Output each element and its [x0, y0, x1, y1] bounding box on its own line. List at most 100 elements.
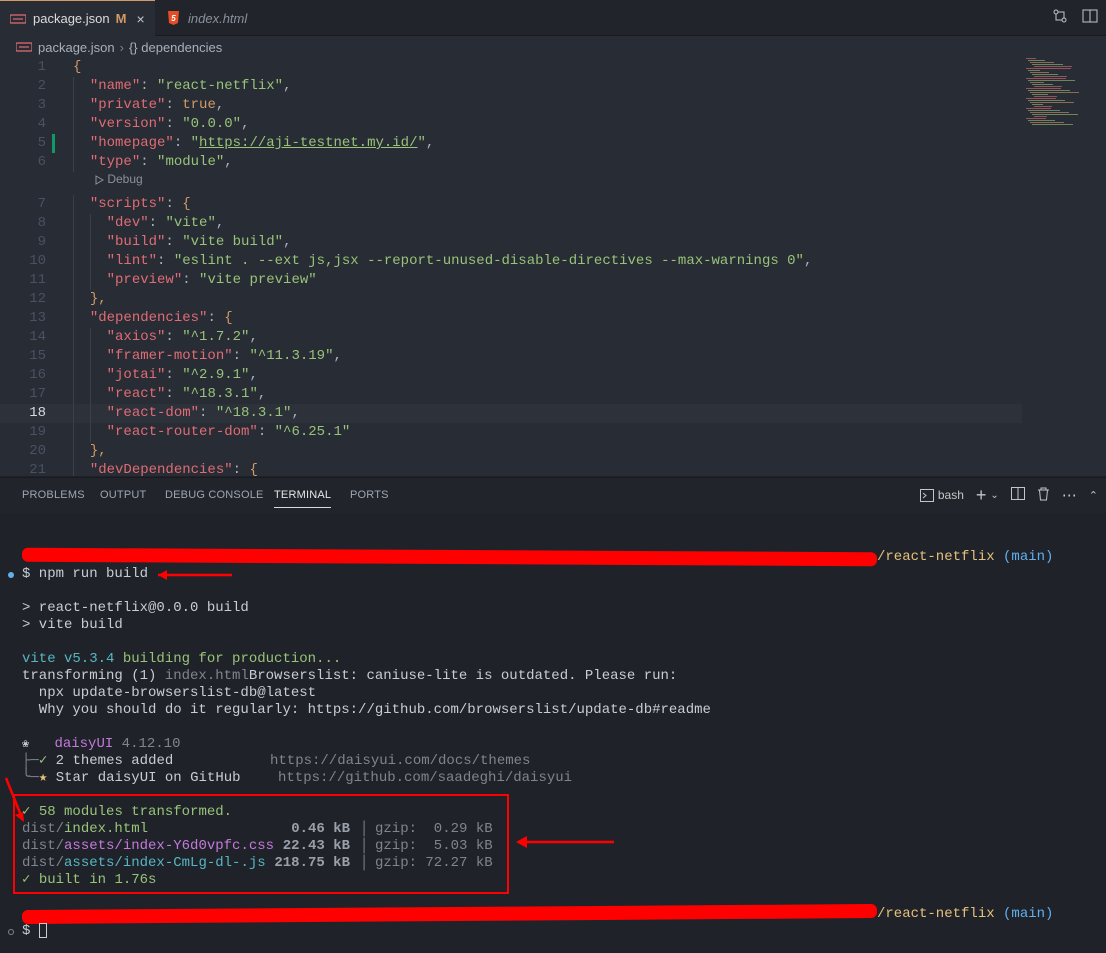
indent-guide — [73, 461, 74, 476]
code-line[interactable]: 4 "version": "0.0.0", — [0, 115, 1022, 134]
code-text: "lint": "eslint . --ext js,jsx --report-… — [106, 253, 813, 269]
code-text: "build": "vite build", — [106, 234, 292, 250]
indent-guide — [89, 423, 91, 442]
code-text: "version": "0.0.0", — [89, 116, 250, 132]
minimap-line — [1026, 88, 1061, 89]
code-line[interactable]: 8 "dev": "vite", — [0, 214, 1022, 233]
line-number: 1 — [37, 59, 46, 75]
indent-guide — [89, 214, 91, 233]
flower-icon: ❀ — [22, 737, 30, 751]
code-line[interactable]: 5 "homepage": "https://aji-testnet.my.id… — [0, 134, 1022, 153]
breadcrumb-separator: › — [119, 39, 124, 55]
minimap-line — [1034, 116, 1047, 117]
html5-file-icon: 5 — [165, 11, 181, 25]
terminal-icon — [919, 488, 934, 502]
code-text: "preview": "vite preview" — [106, 272, 317, 288]
indent-guide — [89, 233, 91, 252]
code-line[interactable]: 21 "devDependencies": { — [0, 461, 1022, 476]
indent-guide — [73, 134, 74, 153]
tab-debug-console[interactable]: DEBUG CONSOLE — [165, 489, 264, 501]
themes-url: https://daisyui.com/docs/themes — [270, 753, 531, 769]
code-line[interactable]: 12 }, — [0, 290, 1022, 309]
build-file-row: dist/index.html — [22, 821, 148, 838]
json-file-icon — [10, 12, 26, 26]
minimap-line — [1028, 80, 1075, 81]
tab-package-json[interactable]: package.json M × — [0, 0, 155, 36]
new-terminal-icon[interactable]: + — [976, 485, 987, 506]
editor-tab-bar: package.json M × 5 index.html — [0, 0, 1106, 36]
minimap-line — [1034, 86, 1062, 87]
code-line[interactable]: 1{ — [0, 58, 1022, 77]
code-line[interactable]: 16 "jotai": "^2.9.1", — [0, 366, 1022, 385]
minimap-line — [1028, 120, 1055, 121]
minimap-line — [1026, 68, 1071, 69]
build-file-row: dist/assets/index-Y6d0vpfc.css — [22, 838, 274, 855]
terminal-shell-selector[interactable]: bash — [919, 488, 964, 502]
code-line[interactable]: 6 "type": "module", — [0, 153, 1022, 172]
code-text: }, — [89, 291, 107, 307]
indent-guide — [73, 328, 74, 347]
code-line[interactable]: 7 "scripts": { — [0, 195, 1022, 214]
code-line[interactable]: 11 "preview": "vite preview" — [0, 271, 1022, 290]
minimap-line — [1034, 76, 1067, 77]
indent-guide — [73, 233, 74, 252]
split-terminal-icon[interactable] — [1010, 487, 1025, 503]
trash-icon[interactable] — [1037, 487, 1050, 504]
file-size: 0.46 kB — [291, 821, 350, 837]
file-size: 22.43 kB — [282, 838, 350, 854]
editor-scrollbar[interactable] — [1092, 58, 1106, 476]
prompt-path: /react-netflix (main) — [877, 549, 1054, 565]
chevron-up-icon[interactable]: ⌃ — [1089, 489, 1098, 502]
command-line: $ npm run build — [22, 566, 149, 582]
indent-guide — [73, 309, 74, 328]
modified-indicator: M — [115, 11, 127, 26]
code-editor[interactable]: 1{2 "name": "react-netflix", 3 "private":… — [0, 58, 1106, 476]
code-text: "dependencies": { — [89, 310, 233, 326]
code-line[interactable]: 15 "framer-motion": "^11.3.19", — [0, 347, 1022, 366]
line-number: 13 — [29, 310, 46, 326]
codelens-debug[interactable]: Debug — [94, 170, 143, 188]
code-line[interactable]: 18 "react-dom": "^18.3.1", — [0, 404, 1022, 423]
code-line[interactable]: 2 "name": "react-netflix", — [0, 77, 1022, 96]
file-dir: dist/ — [22, 838, 65, 854]
code-line[interactable]: 20 }, — [0, 442, 1022, 461]
indent-guide — [89, 328, 91, 347]
code-line[interactable]: 19 "react-router-dom": "^6.25.1" — [0, 423, 1022, 442]
vite-building-line: vite v5.3.4 building for production... — [22, 651, 342, 667]
code-text: "name": "react-netflix", — [89, 78, 292, 94]
minimap-line — [1032, 64, 1063, 65]
minimap[interactable] — [1022, 58, 1092, 138]
modules-line: ✓ 58 modules transformed. — [22, 804, 233, 820]
line-number: 2 — [37, 78, 46, 94]
tab-problems[interactable]: PROBLEMS — [22, 489, 85, 501]
themes-line: ├─✓ 2 themes added — [22, 753, 174, 769]
breadcrumb-file[interactable]: package.json — [38, 40, 115, 55]
build-file-row: dist/assets/index-CmLg-dl-.js — [22, 855, 266, 872]
breadcrumb-symbol[interactable]: {} dependencies — [129, 40, 222, 55]
star-icon: ★ — [38, 770, 48, 786]
tab-index-html[interactable]: 5 index.html — [155, 0, 273, 36]
code-line[interactable]: 14 "axios": "^1.7.2", — [0, 328, 1022, 347]
code-line[interactable]: 17 "react": "^18.3.1", — [0, 385, 1022, 404]
more-actions-icon[interactable]: ⋯ — [1062, 486, 1077, 504]
split-editor-icon[interactable] — [1082, 9, 1098, 27]
tab-ports[interactable]: PORTS — [350, 489, 389, 501]
json-file-icon — [15, 40, 33, 55]
line-number: 16 — [29, 367, 46, 383]
code-text: "devDependencies": { — [89, 462, 258, 476]
code-line[interactable]: 3 "private": true, — [0, 96, 1022, 115]
close-icon[interactable]: × — [136, 11, 144, 27]
minimap-line — [1026, 78, 1066, 79]
chevron-down-icon[interactable]: ⌄ — [990, 490, 998, 501]
line-number: 18 — [29, 405, 46, 421]
transform-line: transforming (1) index.htmlBrowserslist:… — [22, 668, 678, 684]
code-line[interactable]: 9 "build": "vite build", — [0, 233, 1022, 252]
tab-label: package.json — [33, 11, 110, 26]
tab-output[interactable]: OUTPUT — [100, 489, 146, 501]
code-line[interactable]: 10 "lint": "eslint . --ext js,jsx --repo… — [0, 252, 1022, 271]
tab-terminal[interactable]: TERMINAL — [274, 489, 332, 508]
indent-guide — [73, 347, 74, 366]
terminal[interactable]: /react-netflix (main) $ npm run build > … — [0, 513, 1106, 953]
code-line[interactable]: 13 "dependencies": { — [0, 309, 1022, 328]
compare-changes-icon[interactable] — [1052, 8, 1068, 28]
